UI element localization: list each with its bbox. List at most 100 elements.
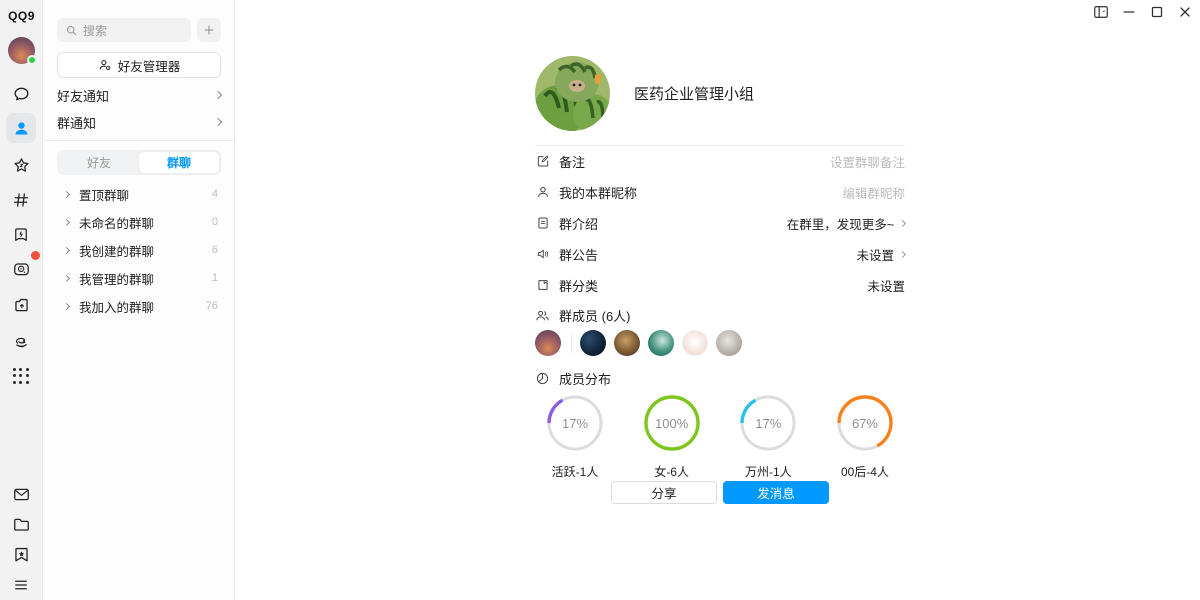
document-icon <box>535 216 550 231</box>
member-distribution-charts: 17% 活跃-1人 100% 女-6人 <box>535 394 905 480</box>
member-avatar-list[interactable] <box>535 330 750 356</box>
more-grid-icon[interactable] <box>6 361 36 391</box>
members-icon <box>535 308 550 323</box>
collections-icon[interactable] <box>6 539 36 569</box>
members-section-label: 群成员 (6人) <box>535 306 631 325</box>
group-category-pinned[interactable]: 置顶群聊 4 <box>44 180 234 208</box>
expand-chevron-icon <box>63 302 70 309</box>
member-avatar[interactable] <box>648 330 674 356</box>
member-avatar[interactable] <box>614 330 640 356</box>
tag-icon <box>535 278 550 293</box>
self-avatar[interactable] <box>8 37 35 64</box>
qq-show-icon[interactable] <box>6 326 36 356</box>
expand-chevron-icon <box>63 218 70 225</box>
speaker-icon <box>535 247 550 262</box>
row-category[interactable]: 群分类 未设置 <box>535 274 905 296</box>
group-tree: 置顶群聊 4 未命名的群聊 0 我创建的群聊 6 我管理的群聊 1 我加入的群聊… <box>44 180 234 320</box>
search-icon <box>65 24 78 37</box>
group-category-joined[interactable]: 我加入的群聊 76 <box>44 292 234 320</box>
video-icon[interactable] <box>6 254 36 284</box>
donut-label: 00后-4人 <box>841 463 889 480</box>
messages-icon[interactable] <box>6 79 36 109</box>
donut-percent: 67% <box>836 394 894 452</box>
mini-apps-icon[interactable] <box>6 290 36 320</box>
window-controls <box>1092 4 1194 20</box>
expand-chevron-icon <box>63 246 70 253</box>
member-avatar[interactable] <box>682 330 708 356</box>
donut-active: 17% 活跃-1人 <box>535 394 615 480</box>
chevron-right-icon <box>899 250 906 257</box>
edit-icon <box>535 154 550 169</box>
person-icon <box>535 185 550 200</box>
donut-percent: 17% <box>739 394 797 452</box>
group-count: 76 <box>206 300 218 312</box>
donut-female: 100% 女-6人 <box>632 394 712 480</box>
friend-manager-icon <box>98 58 112 72</box>
app-rail: QQ9 <box>0 0 43 600</box>
group-avatar-image <box>535 56 610 131</box>
group-count: 6 <box>212 244 218 256</box>
expand-chevron-icon <box>63 190 70 197</box>
group-count: 1 <box>212 272 218 284</box>
folder-icon[interactable] <box>6 509 36 539</box>
chevron-right-icon <box>214 118 222 126</box>
mail-icon[interactable] <box>6 479 36 509</box>
group-category-unnamed[interactable]: 未命名的群聊 0 <box>44 208 234 236</box>
donut-label: 活跃-1人 <box>552 463 599 480</box>
search-input[interactable]: 搜索 <box>57 18 191 42</box>
donut-percent: 100% <box>643 394 701 452</box>
channels-icon[interactable] <box>6 185 36 215</box>
donut-age: 67% 00后-4人 <box>825 394 905 480</box>
divider <box>535 145 905 146</box>
contacts-tabs: 好友 群聊 <box>57 150 221 175</box>
favorites-icon[interactable] <box>6 150 36 180</box>
group-count: 4 <box>212 188 218 200</box>
qq-logo: QQ9 <box>0 9 43 23</box>
group-avatar[interactable] <box>535 56 610 131</box>
donut-region: 17% 万州-1人 <box>728 394 808 480</box>
contacts-icon[interactable] <box>6 113 36 143</box>
friend-notice-label: 好友通知 <box>57 86 109 105</box>
expand-chevron-icon <box>63 274 70 281</box>
friend-manager-button[interactable]: 好友管理器 <box>57 52 221 78</box>
search-placeholder: 搜索 <box>83 22 107 39</box>
tab-friends[interactable]: 好友 <box>59 152 139 173</box>
donut-label: 万州-1人 <box>745 463 792 480</box>
row-remark[interactable]: 备注 设置群聊备注 <box>535 150 905 172</box>
close-icon[interactable] <box>1176 4 1194 20</box>
group-notice-label: 群通知 <box>57 113 96 132</box>
pie-chart-icon <box>535 371 550 386</box>
tab-groups[interactable]: 群聊 <box>139 152 219 173</box>
contacts-sidebar: 搜索 好友管理器 好友通知 群通知 好友 群聊 置顶群聊 4 未命名的群聊 0 <box>44 0 235 600</box>
friend-notice-item[interactable]: 好友通知 <box>57 82 221 108</box>
panel-toggle-icon[interactable] <box>1092 4 1110 20</box>
group-category-created[interactable]: 我创建的群聊 6 <box>44 236 234 264</box>
chevron-right-icon <box>214 91 222 99</box>
maximize-icon[interactable] <box>1148 4 1166 20</box>
group-notice-item[interactable]: 群通知 <box>57 109 221 135</box>
donut-label: 女-6人 <box>654 463 689 480</box>
donut-percent: 17% <box>546 394 604 452</box>
plus-icon <box>203 24 215 36</box>
group-name: 医药企业管理小组 <box>634 83 754 104</box>
chevron-right-icon <box>899 219 906 226</box>
member-avatar[interactable] <box>580 330 606 356</box>
divider <box>571 333 572 353</box>
send-message-button[interactable]: 发消息 <box>723 481 829 504</box>
menu-icon[interactable] <box>6 570 36 600</box>
online-status-dot <box>27 55 37 65</box>
group-category-managed[interactable]: 我管理的群聊 1 <box>44 264 234 292</box>
group-count: 0 <box>212 216 218 228</box>
divider <box>44 140 234 141</box>
share-button[interactable]: 分享 <box>611 481 717 504</box>
member-avatar[interactable] <box>716 330 742 356</box>
group-profile-panel: 医药企业管理小组 备注 设置群聊备注 我的本群昵称 编辑群昵称 群介绍 在群里，… <box>236 0 1200 600</box>
row-announcement[interactable]: 群公告 未设置 <box>535 243 905 265</box>
row-intro[interactable]: 群介绍 在群里，发现更多~ <box>535 212 905 234</box>
row-nickname[interactable]: 我的本群昵称 编辑群昵称 <box>535 181 905 203</box>
minimize-icon[interactable] <box>1120 4 1138 20</box>
world-icon[interactable] <box>6 220 36 250</box>
notification-badge <box>31 251 40 260</box>
member-avatar[interactable] <box>535 330 561 356</box>
add-button[interactable] <box>197 18 221 42</box>
